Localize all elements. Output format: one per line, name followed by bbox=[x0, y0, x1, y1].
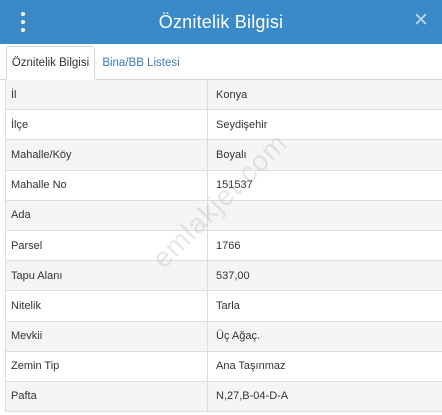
table-row: Ada bbox=[6, 200, 442, 231]
row-value: Seydişehir bbox=[216, 118, 268, 131]
close-icon[interactable]: ✕ bbox=[410, 10, 432, 32]
row-label: Pafta bbox=[6, 381, 208, 412]
table-row: Tapu Alanı 537,00 bbox=[6, 261, 442, 292]
row-value: Konya bbox=[216, 88, 248, 101]
row-value: N,27,B-04-D-A bbox=[216, 390, 289, 403]
tab-bar: Öznitelik Bilgisi Bina/BB Listesi bbox=[0, 44, 442, 80]
attribute-table: İl Konya İlçe Seydişehir Mahalle/Köy Boy… bbox=[5, 80, 442, 413]
table-row: Mahalle No 151537 bbox=[6, 170, 442, 201]
table-row: Nitelik Tarla bbox=[6, 291, 442, 322]
table-row: Zemin Tip Ana Taşınmaz bbox=[6, 351, 442, 382]
table-row: Mevkii Üç Ağaç. bbox=[6, 321, 442, 352]
row-value bbox=[208, 201, 442, 230]
table-row: Mahalle/Köy Boyalı bbox=[6, 140, 442, 171]
kebab-menu-icon[interactable] bbox=[17, 12, 29, 32]
tab-oznitelik-bilgisi[interactable]: Öznitelik Bilgisi bbox=[6, 46, 95, 80]
row-value: 537,00 bbox=[216, 269, 250, 282]
row-value: 151537 bbox=[216, 179, 253, 192]
table-row: İlçe Seydişehir bbox=[6, 110, 442, 141]
tab-bina-bb-listesi[interactable]: Bina/BB Listesi bbox=[96, 46, 186, 80]
row-value: Üç Ağaç. bbox=[216, 330, 261, 343]
row-label: Parsel bbox=[6, 230, 208, 261]
row-value: Tarla bbox=[216, 299, 240, 312]
dialog-header: Öznitelik Bilgisi ✕ bbox=[0, 0, 442, 44]
row-value: Boyalı bbox=[216, 148, 247, 161]
row-label: Ada bbox=[6, 200, 208, 230]
table-row: Parsel 1766 bbox=[6, 230, 442, 262]
row-label: Mevkii bbox=[6, 321, 208, 351]
row-label: Mahalle/Köy bbox=[6, 140, 208, 170]
table-row: Pafta N,27,B-04-D-A bbox=[6, 381, 442, 413]
row-value: Ana Taşınmaz bbox=[216, 360, 286, 373]
row-label: İl bbox=[6, 80, 208, 110]
table-row: İl Konya bbox=[6, 80, 442, 111]
dialog-title: Öznitelik Bilgisi bbox=[158, 11, 284, 32]
row-label: Nitelik bbox=[6, 291, 208, 321]
row-label: Tapu Alanı bbox=[6, 261, 208, 291]
row-label: İlçe bbox=[6, 110, 208, 140]
row-value: 1766 bbox=[216, 239, 241, 252]
row-label: Zemin Tip bbox=[6, 351, 208, 381]
row-label: Mahalle No bbox=[6, 170, 208, 200]
